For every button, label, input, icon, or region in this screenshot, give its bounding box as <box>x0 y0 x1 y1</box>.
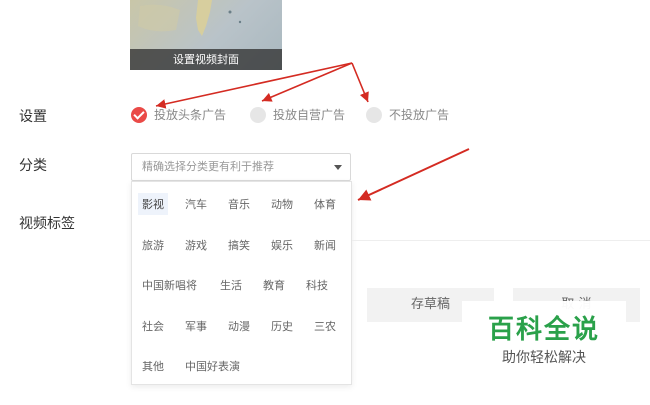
radio-label: 投放头条广告 <box>154 108 227 122</box>
category-option[interactable]: 体育 <box>314 196 336 212</box>
category-option[interactable]: 其他 <box>142 358 164 374</box>
category-option[interactable]: 军事 <box>185 318 207 334</box>
category-option[interactable]: 三农 <box>314 318 336 334</box>
category-option[interactable]: 游戏 <box>185 237 207 253</box>
radio-label: 投放自营广告 <box>273 108 346 122</box>
tags-input-underline <box>352 240 650 241</box>
radio-label: 不投放广告 <box>389 108 450 122</box>
radio-unchecked-icon <box>366 106 382 123</box>
video-cover-thumbnail[interactable]: 设置视频封面 <box>130 0 282 70</box>
category-option[interactable]: 动漫 <box>228 318 250 334</box>
category-label: 分类 <box>19 158 47 174</box>
settings-label: 设置 <box>19 109 47 125</box>
watermark-title: 百科全说 <box>487 315 600 345</box>
watermark-logo: 百科全说 助你轻松解决 <box>462 301 626 381</box>
radio-unchecked-icon <box>250 106 266 123</box>
category-option[interactable]: 科技 <box>306 277 328 293</box>
caret-down-icon <box>334 165 342 170</box>
arrow-to-category-menu <box>357 148 470 201</box>
radio-no-ads[interactable]: 不投放广告 <box>366 106 449 123</box>
watermark-subtitle: 助你轻松解决 <box>502 350 586 366</box>
category-option[interactable]: 娱乐 <box>271 237 293 253</box>
category-option[interactable]: 中国新唱将 <box>142 277 197 293</box>
radio-self-ads[interactable]: 投放自营广告 <box>250 106 345 123</box>
category-dropdown-menu: 影视 汽车 音乐 动物 体育 旅游 游戏 搞笑 娱乐 新闻 中国新唱将 生活 教… <box>131 181 352 385</box>
category-placeholder: 精确选择分类更有利于推荐 <box>142 160 274 173</box>
category-select[interactable]: 精确选择分类更有利于推荐 <box>131 153 351 181</box>
category-option[interactable]: 影视 <box>138 193 168 215</box>
category-option[interactable]: 动物 <box>271 196 293 212</box>
category-option[interactable]: 旅游 <box>142 237 164 253</box>
radio-checked-icon <box>131 106 147 123</box>
category-option[interactable]: 社会 <box>142 318 164 334</box>
category-option[interactable]: 汽车 <box>185 196 207 212</box>
category-option[interactable]: 教育 <box>263 277 285 293</box>
category-option[interactable]: 音乐 <box>228 196 250 212</box>
category-option[interactable]: 生活 <box>220 277 242 293</box>
category-option[interactable]: 搞笑 <box>228 237 250 253</box>
category-option[interactable]: 历史 <box>271 318 293 334</box>
video-tags-label: 视频标签 <box>19 216 75 232</box>
arrow-to-option-3 <box>351 62 369 103</box>
category-option[interactable]: 新闻 <box>314 237 336 253</box>
set-cover-label[interactable]: 设置视频封面 <box>130 49 282 70</box>
category-option[interactable]: 中国好表演 <box>185 358 240 374</box>
radio-toutiao-ads[interactable]: 投放头条广告 <box>131 106 226 123</box>
